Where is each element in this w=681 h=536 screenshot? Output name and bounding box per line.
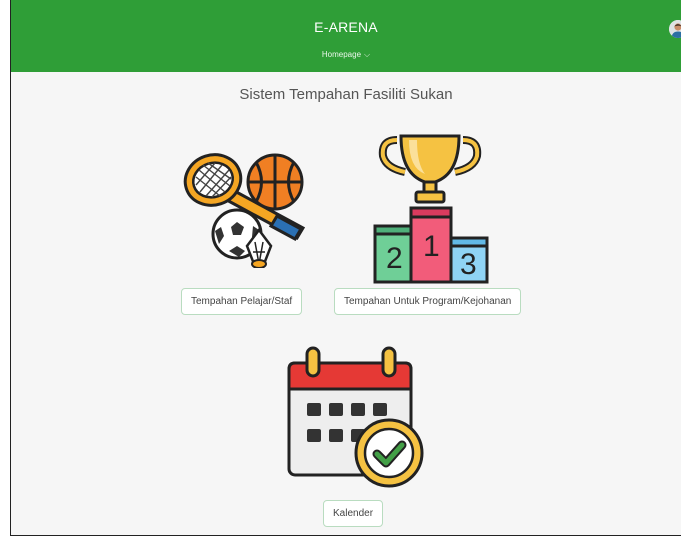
homepage-dropdown-label: Homepage [321, 50, 362, 59]
podium-number-1: 1 [423, 230, 440, 263]
trophy-podium-icon[interactable]: 2 1 3 [359, 128, 503, 291]
kalender-button[interactable]: Kalender [323, 500, 384, 527]
homepage-dropdown[interactable]: Homepage ⌵ [11, 50, 681, 60]
podium-number-3: 3 [460, 248, 477, 281]
tempahan-pelajar-staf-button[interactable]: Tempahan Pelajar/Staf [181, 288, 303, 315]
calendar-check-icon[interactable] [285, 345, 425, 496]
top-header: E-ARENA Homepage ⌵ [11, 0, 681, 72]
app-window: E-ARENA Homepage ⌵ Sistem Tempahan Fasili… [10, 0, 681, 536]
user-avatar[interactable] [669, 20, 681, 38]
app-title: E-ARENA [314, 19, 378, 35]
page-title: Sistem Tempahan Fasiliti Sukan [239, 86, 453, 103]
podium-number-2: 2 [386, 242, 403, 275]
tempahan-program-kejohanan-button[interactable]: Tempahan Untuk Program/Kejohanan [334, 288, 522, 315]
sports-equipment-icon[interactable] [179, 148, 307, 273]
chevron-down-icon: ⌵ [364, 50, 371, 59]
